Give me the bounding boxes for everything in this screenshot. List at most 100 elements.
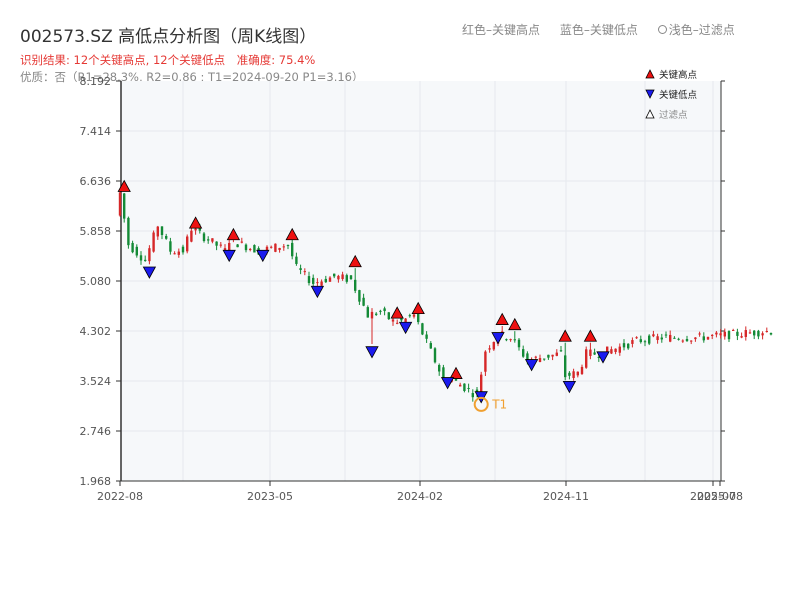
y-tick-label: 5.858 xyxy=(80,225,112,238)
y-tick-label: 4.302 xyxy=(80,325,112,338)
triangle-down-icon xyxy=(645,89,655,99)
candle-body xyxy=(152,232,155,252)
candle-body xyxy=(366,307,369,318)
candle-body xyxy=(135,246,138,256)
candle-body xyxy=(383,308,386,312)
candle-body xyxy=(177,251,180,255)
candle-body xyxy=(576,371,579,376)
candle-body xyxy=(757,330,760,337)
candle-body xyxy=(442,367,445,379)
candle-body xyxy=(740,336,743,338)
candle-body xyxy=(547,354,550,358)
candle-body xyxy=(123,193,126,219)
candle-body xyxy=(488,348,491,350)
candle-body xyxy=(127,217,130,246)
candle-body xyxy=(463,383,466,391)
candle-body xyxy=(664,334,668,336)
candle-body xyxy=(379,310,382,312)
candle-body xyxy=(341,274,344,280)
candle-body xyxy=(362,297,365,306)
candle-body xyxy=(685,338,689,342)
candle-body xyxy=(278,247,281,250)
candle-body xyxy=(753,330,756,336)
candle-body xyxy=(312,277,315,284)
candle-body xyxy=(118,192,122,216)
candle-body xyxy=(580,366,584,374)
candle-body xyxy=(627,343,630,349)
legend-item-high: 关键高点 xyxy=(645,64,697,84)
candle-body xyxy=(459,384,462,387)
candle-body xyxy=(585,349,588,368)
candle-body xyxy=(425,334,428,339)
candle-body xyxy=(698,333,701,335)
candle-body xyxy=(144,259,147,261)
candle-body xyxy=(396,322,399,324)
candle-body xyxy=(677,338,680,340)
candle-body xyxy=(614,348,617,352)
candle-body xyxy=(589,349,592,356)
candle-body xyxy=(412,314,416,317)
triangle-up-icon xyxy=(645,69,655,79)
candle-body xyxy=(207,239,210,241)
candle-body xyxy=(169,241,172,252)
chart-legend: 关键高点 关键低点 过滤点 xyxy=(645,64,697,124)
candle-body xyxy=(358,290,361,302)
y-tick-label: 8.192 xyxy=(80,75,112,88)
candle-body xyxy=(559,350,563,352)
candle-body xyxy=(429,343,432,349)
legend-item-filtered: 过滤点 xyxy=(645,104,697,124)
candle-body xyxy=(295,256,298,264)
candle-body xyxy=(673,337,676,339)
candle-body xyxy=(652,334,655,337)
candle-body xyxy=(148,248,151,262)
candle-body xyxy=(274,243,277,252)
candle-body xyxy=(622,343,626,348)
candle-body xyxy=(572,371,575,379)
candle-body xyxy=(660,337,663,340)
candle-body xyxy=(610,349,613,354)
candle-body xyxy=(727,330,731,340)
y-tick-label: 1.968 xyxy=(80,475,112,488)
candle-body xyxy=(690,340,693,342)
candle-body xyxy=(299,268,302,271)
candle-body xyxy=(370,311,374,319)
candle-body xyxy=(534,356,537,358)
candle-body xyxy=(471,393,474,398)
candle-body xyxy=(669,334,672,342)
candle-body xyxy=(408,315,411,317)
t1-label: T1 xyxy=(491,397,507,411)
candle-body xyxy=(631,340,634,344)
x-tick-label: 2022-08 xyxy=(97,490,143,503)
candle-body xyxy=(769,332,773,335)
y-tick-label: 5.080 xyxy=(80,275,112,288)
candle-body xyxy=(173,253,176,255)
candle-body xyxy=(345,275,348,282)
y-tick-label: 2.746 xyxy=(80,425,112,438)
candle-body xyxy=(211,238,214,242)
candle-body xyxy=(748,332,752,334)
candle-body xyxy=(744,330,747,337)
candle-body xyxy=(564,355,567,378)
candle-body xyxy=(328,277,332,282)
candle-body xyxy=(249,248,252,251)
candle-body xyxy=(253,245,256,253)
candle-body xyxy=(291,242,294,257)
candle-body xyxy=(593,352,596,355)
candle-body xyxy=(324,278,327,283)
candle-body xyxy=(186,236,189,252)
legend-item-low: 关键低点 xyxy=(645,84,697,104)
candle-body xyxy=(375,313,378,315)
candle-body xyxy=(270,246,273,248)
candle-body xyxy=(190,230,193,242)
candle-body xyxy=(236,244,239,248)
x-tick-label: 2024-11 xyxy=(543,490,589,503)
candle-body xyxy=(286,245,290,247)
candle-body xyxy=(702,336,705,341)
candle-body xyxy=(333,273,336,277)
candle-body xyxy=(354,279,357,291)
candle-body xyxy=(681,340,684,342)
candle-body xyxy=(139,255,143,261)
candle-body xyxy=(513,339,516,341)
candle-body xyxy=(505,339,508,341)
candle-body xyxy=(156,226,159,237)
